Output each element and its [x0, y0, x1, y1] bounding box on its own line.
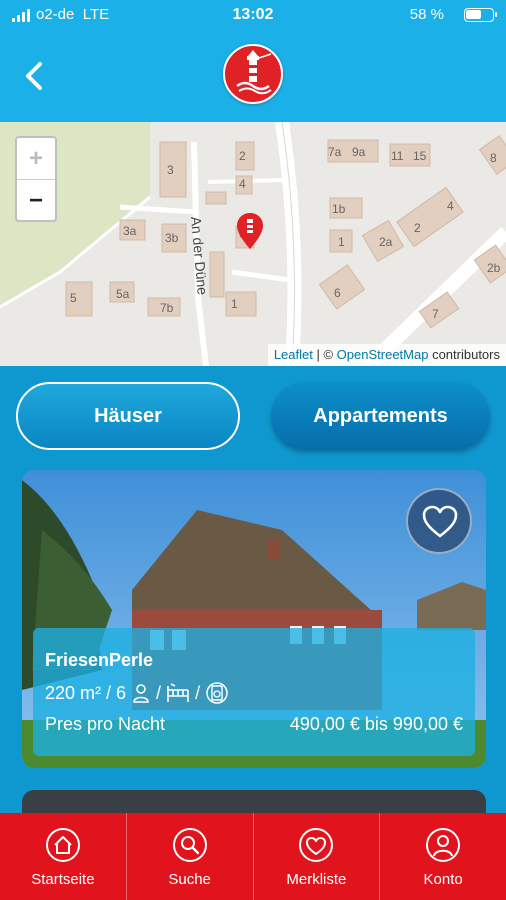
leaflet-link[interactable]: Leaflet [274, 347, 313, 362]
house-number-label: 3a [123, 224, 137, 238]
house-number-label: 2b [487, 261, 501, 275]
tab-bar-label: Merkliste [286, 871, 347, 888]
chevron-left-icon [26, 62, 42, 90]
house-number-label: 6 [334, 286, 341, 300]
house-number-label: 7a [328, 145, 342, 159]
tab-bar-label: Suche [168, 871, 211, 888]
tab-bar-label: Konto [423, 871, 463, 888]
listing-name: FriesenPerle [45, 650, 154, 670]
house-number-label: 5 [70, 291, 77, 305]
tab-bar-item-watchlist[interactable]: Merkliste [254, 813, 381, 900]
battery-icon [464, 8, 497, 22]
house-number-label: 3 [167, 163, 174, 177]
attribution-separator: | © [312, 347, 337, 362]
battery-percent: 58 % [409, 6, 444, 23]
house-number-label: 9a [352, 145, 366, 159]
house-number-label: 8 [490, 151, 497, 165]
search-icon [172, 828, 207, 862]
tab-bar: Startseite Suche Merkliste Konto [0, 813, 506, 900]
house-number-label: 2 [414, 221, 421, 235]
map-marker-icon[interactable] [236, 213, 264, 249]
washing-machine-icon [206, 682, 228, 704]
house-number-label: 2 [239, 149, 246, 163]
nav-bar [0, 30, 506, 122]
price-label: Pres pro Nacht [45, 714, 166, 734]
map-attribution: Leaflet | © OpenStreetMap contributors [267, 344, 506, 366]
listing-info: FriesenPerle 220 m² / 6 / / Pres pro Nac… [33, 628, 475, 756]
lighthouse-logo[interactable] [223, 44, 283, 104]
tab-bar-item-search[interactable]: Suche [127, 813, 254, 900]
crib-icon [167, 683, 189, 702]
zoom-out-button[interactable]: − [17, 180, 55, 221]
listing-meta: 220 m² / 6 / / [45, 681, 229, 705]
price-range: 490,00 € bis 990,00 € [289, 714, 463, 734]
favorite-button[interactable] [406, 488, 472, 554]
heart-icon [299, 828, 334, 862]
attribution-suffix: contributors [428, 347, 500, 362]
meta-separator: / [156, 682, 162, 703]
house-number-label: 4 [239, 177, 246, 191]
person-icon [133, 684, 149, 703]
house-number-label: 2a [379, 235, 393, 249]
tab-apartments[interactable]: Appartements [271, 382, 490, 450]
listing-guests: / 6 [106, 682, 127, 703]
tab-houses[interactable]: Häuser [16, 382, 240, 450]
house-number-label: 11 [391, 149, 404, 163]
user-icon [426, 828, 461, 862]
home-icon [45, 828, 80, 862]
back-button[interactable] [14, 54, 54, 98]
zoom-control: + − [15, 136, 57, 222]
openstreetmap-link[interactable]: OpenStreetMap [337, 347, 429, 362]
street-label: An der Düne [188, 216, 211, 296]
house-number-label: 1 [338, 235, 345, 249]
house-number-label: 7b [160, 301, 174, 315]
status-bar: o2-de LTE 13:02 58 % [0, 0, 506, 30]
house-number-label: 1 [231, 297, 238, 311]
heart-icon [422, 505, 458, 538]
tab-bar-label: Startseite [31, 871, 95, 888]
house-number-label: 3b [165, 231, 179, 245]
house-number-label: 4 [447, 199, 454, 213]
tab-bar-item-home[interactable]: Startseite [0, 813, 127, 900]
house-number-label: 1b [332, 202, 346, 216]
house-number-label: 5a [116, 287, 130, 301]
tab-bar-item-account[interactable]: Konto [380, 813, 506, 900]
listing-area: 220 m² [45, 682, 102, 703]
house-number-label: 15 [413, 149, 427, 163]
zoom-in-button[interactable]: + [17, 138, 55, 180]
meta-separator: / [195, 682, 201, 703]
house-number-label: 7 [432, 307, 439, 321]
